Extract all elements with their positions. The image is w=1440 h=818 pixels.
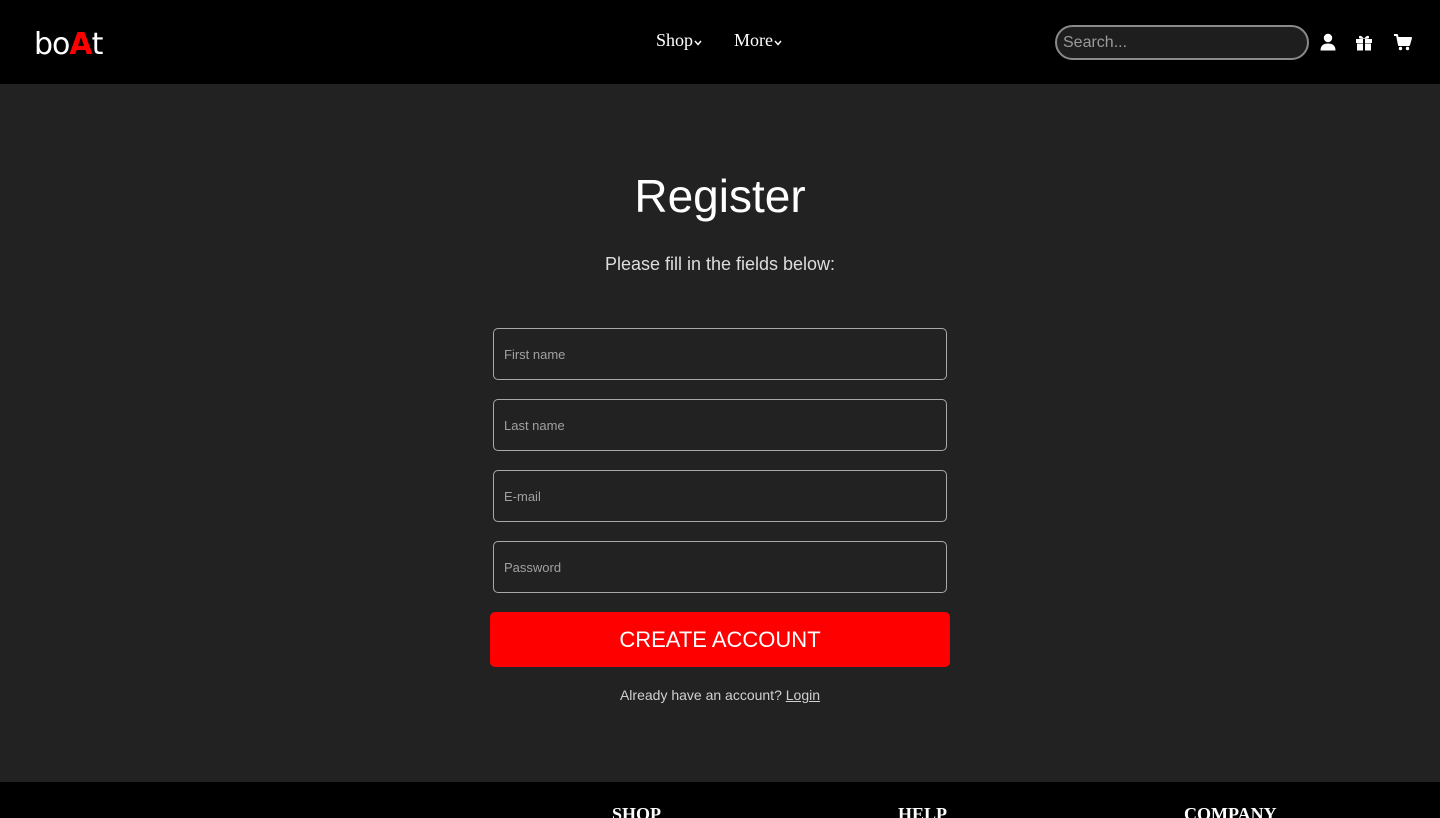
footer-heading-shop: SHOP <box>612 804 662 818</box>
chevron-down-icon <box>774 40 782 46</box>
site-header: bo At Shop More <box>0 0 1440 84</box>
cart-icon[interactable] <box>1393 32 1413 52</box>
password-field[interactable] <box>493 541 947 593</box>
gift-icon[interactable] <box>1354 32 1374 52</box>
first-name-field[interactable] <box>493 328 947 380</box>
footer-heading-company: COMPANY <box>1184 804 1277 818</box>
nav-item-more[interactable]: More <box>734 30 782 51</box>
login-prompt-line: Already have an account? Login <box>0 686 1440 704</box>
site-footer: SHOP HELP COMPANY <box>0 782 1440 818</box>
nav-item-shop[interactable]: Shop <box>656 30 702 51</box>
last-name-field[interactable] <box>493 399 947 451</box>
create-account-button[interactable]: CREATE ACCOUNT <box>490 612 950 667</box>
user-icon[interactable] <box>1318 32 1338 52</box>
nav-item-shop-label: Shop <box>656 30 694 50</box>
logo-text-start: bo <box>34 27 70 62</box>
login-prompt-text: Already have an account? <box>619 687 782 703</box>
login-link[interactable]: Login <box>786 687 820 703</box>
main-nav: Shop More <box>656 30 782 51</box>
boat-logo[interactable]: bo At <box>34 20 104 62</box>
logo-text-end: t <box>91 27 104 62</box>
page-subtitle: Please fill in the fields below: <box>604 254 836 274</box>
logo-text-accent: A <box>69 27 92 62</box>
email-field[interactable] <box>493 470 947 522</box>
search-input[interactable] <box>1055 25 1309 60</box>
footer-heading-help: HELP <box>898 804 948 818</box>
page-title: Register <box>634 170 806 222</box>
nav-item-more-label: More <box>734 30 774 50</box>
chevron-down-icon <box>694 40 702 46</box>
